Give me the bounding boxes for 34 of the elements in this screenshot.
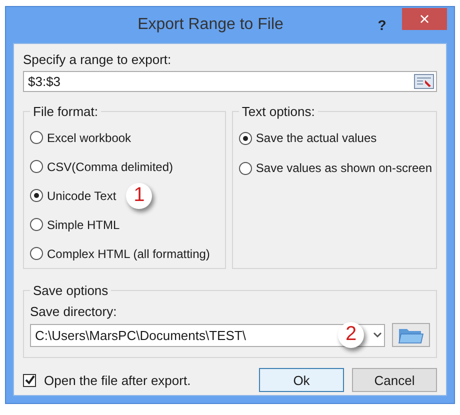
range-select-icon[interactable] (414, 74, 434, 89)
radio-button[interactable] (30, 131, 43, 144)
directory-combo-box[interactable]: C:\Users\MarsPC\Documents\TEST\ 2 (30, 324, 385, 346)
checkbox-label: Open the file after export. (44, 372, 192, 388)
ok-button[interactable]: Ok (259, 368, 344, 392)
radio-label: Save values as shown on-screen (256, 161, 432, 175)
group-title: Save options (32, 283, 110, 298)
cancel-button[interactable]: Cancel (352, 368, 437, 392)
radio-label: CSV(Comma delimited) (47, 160, 174, 174)
radio-label: Excel workbook (47, 130, 132, 144)
radio-button[interactable] (238, 162, 252, 174)
range-field[interactable]: $3:$3 (23, 71, 437, 92)
close-button[interactable]: × (402, 8, 447, 30)
callout-badge: 2 (338, 322, 364, 348)
help-button[interactable]: ? (368, 13, 396, 37)
radio-button[interactable] (30, 218, 43, 231)
checkbox[interactable] (23, 374, 36, 386)
browse-button[interactable] (392, 323, 430, 347)
radio-label: Unicode Text (47, 188, 116, 202)
folder-icon (398, 326, 424, 344)
group-title: Text options: (240, 104, 316, 119)
radio-label: Save the actual values (256, 131, 377, 145)
radio-button[interactable] (30, 247, 43, 260)
radio-label: Complex HTML (all formatting) (47, 246, 210, 260)
callout-badge: 1 (126, 182, 152, 208)
radio-button[interactable] (30, 160, 43, 173)
group-title: File format: (32, 104, 100, 119)
window-title: Export Range to File (136, 16, 284, 34)
radio-label: Simple HTML (47, 218, 120, 232)
caret-icon (373, 332, 382, 338)
radio-button[interactable] (238, 132, 252, 144)
radio-button[interactable] (30, 189, 43, 202)
range-label: Specify a range to export: (23, 52, 172, 67)
directory-label: Save directory: (30, 304, 118, 319)
